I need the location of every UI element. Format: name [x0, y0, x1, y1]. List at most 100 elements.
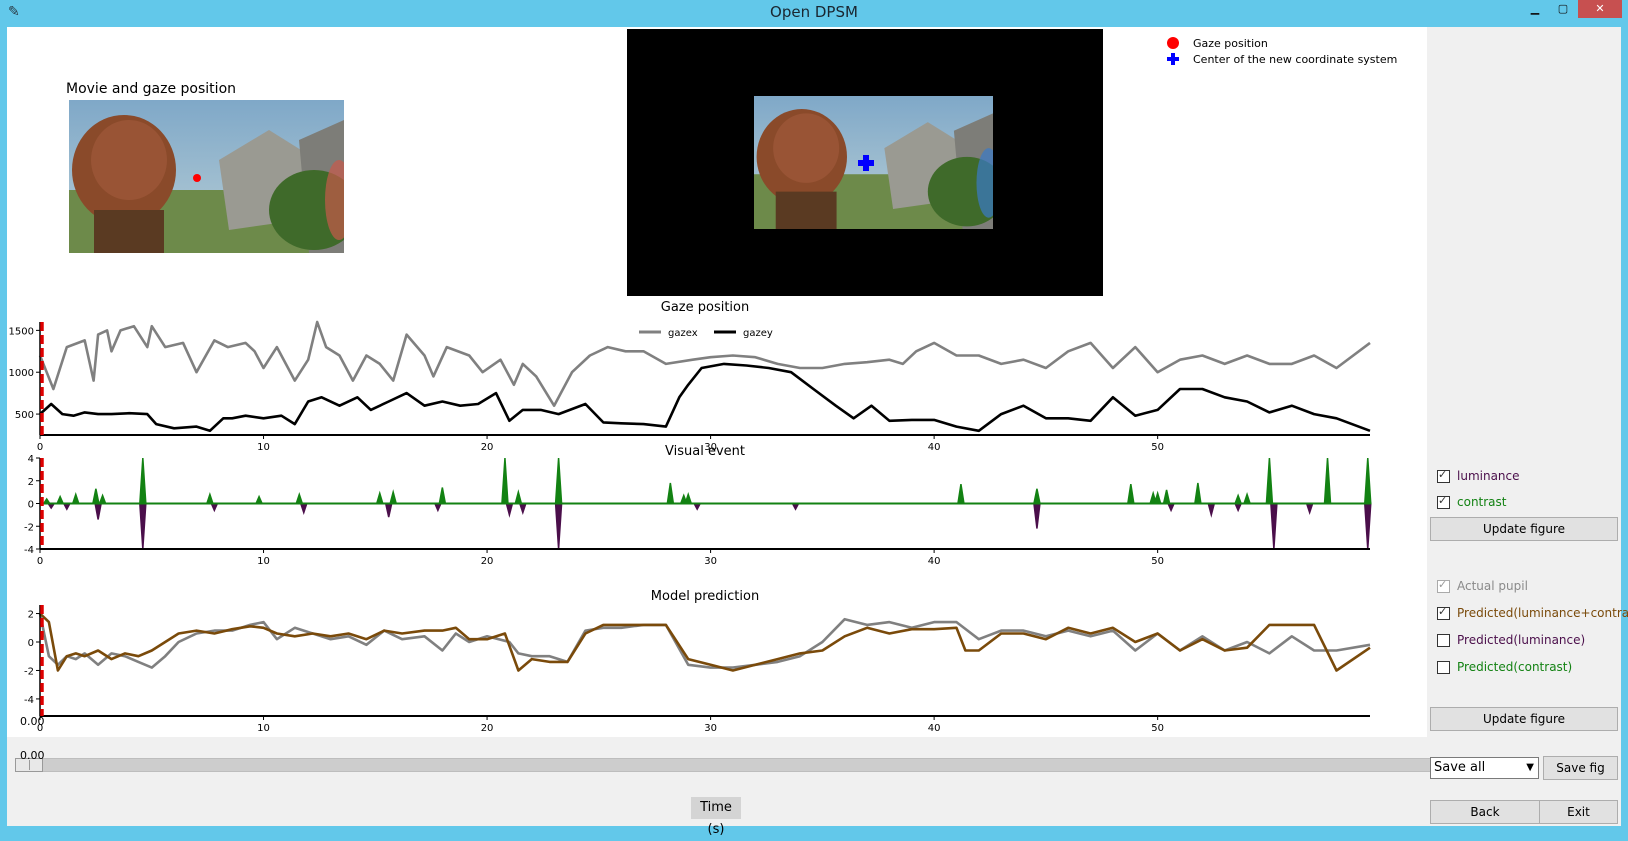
- luminance-spike: [518, 502, 527, 515]
- contrast-spike: [42, 497, 52, 505]
- movie-frame-shifted: [754, 96, 993, 229]
- x-tick-label: 20: [481, 556, 494, 567]
- movie-legend: Gaze position Center of the new coordina…: [1167, 35, 1397, 67]
- slider-value-bottom: 0.00: [20, 749, 45, 762]
- contrast-spike: [91, 488, 100, 505]
- gazex-line: [38, 320, 1371, 407]
- chart-title: Model prediction: [651, 590, 759, 604]
- red-dot-icon: [1167, 37, 1179, 49]
- model-checkbox-0[interactable]: Actual pupil: [1437, 576, 1528, 596]
- luminance-spike: [139, 502, 147, 550]
- event-checkbox-1[interactable]: contrast: [1437, 492, 1507, 512]
- maximize-button[interactable]: ▢: [1550, 0, 1576, 18]
- y-tick-label: 2: [28, 477, 34, 488]
- close-button[interactable]: ✕: [1578, 0, 1622, 18]
- contrast-spike: [55, 494, 65, 505]
- chart-visual-event: Visual event 0 10 20 30 40 50 4 2 0 -2 -4: [7, 445, 1427, 595]
- y-tick-label: -4: [24, 695, 34, 706]
- Actual pupil-line: [38, 613, 1371, 669]
- checkbox-label: Predicted(luminance): [1457, 633, 1586, 647]
- contrast-spike: [957, 484, 965, 505]
- luminance-spike: [1305, 502, 1314, 515]
- luminance-spike: [1363, 502, 1372, 550]
- checkbox-label: Actual pupil: [1457, 579, 1528, 593]
- legend-center: Center of the new coordinate system: [1193, 52, 1398, 66]
- chart-model-prediction: Model prediction 0 10 20 30 40 50 2 0 -2 -4: [7, 590, 1427, 737]
- luminance-spike: [554, 502, 563, 550]
- x-tick-label: 40: [928, 556, 941, 567]
- contrast-spike: [254, 494, 264, 505]
- contrast-spike: [666, 482, 675, 505]
- update-figure-events-button[interactable]: Update figure: [1430, 517, 1618, 541]
- save-fig-button[interactable]: Save fig: [1543, 756, 1618, 780]
- contrast-spike: [554, 457, 563, 505]
- save-select-value: Save all: [1434, 760, 1486, 775]
- chart-title: Gaze position: [661, 301, 750, 315]
- movie-frame-centered: [627, 29, 1103, 296]
- model-checkbox-1[interactable]: Predicted(luminance+contrast): [1437, 603, 1628, 623]
- client-area: Movie and gaze position Gaze position Ce…: [7, 27, 1628, 837]
- time-slider-track[interactable]: [15, 758, 1431, 772]
- model-checkbox-2[interactable]: Predicted(luminance): [1437, 630, 1585, 650]
- y-tick-label: 1500: [9, 326, 34, 337]
- contrast-spike: [205, 492, 214, 505]
- legend-gaze: Gaze position: [1193, 36, 1268, 50]
- minimize-button[interactable]: ▁: [1522, 0, 1548, 18]
- center-cross-icon: [858, 155, 874, 171]
- checkbox-box[interactable]: [1437, 578, 1450, 593]
- exit-button[interactable]: Exit: [1539, 800, 1618, 824]
- y-tick-label: 0: [28, 500, 34, 511]
- luminance-spike: [1033, 502, 1041, 529]
- luminance-spike: [1270, 502, 1278, 550]
- checkbox-box[interactable]: [1437, 660, 1450, 674]
- x-tick-label: 30: [704, 723, 717, 734]
- contrast-spike: [684, 492, 693, 505]
- blue-cross-icon: [1167, 53, 1179, 65]
- gazex-legend-label: gazex: [668, 328, 698, 339]
- time-axis-label: Time (s): [691, 797, 741, 837]
- y-tick-label: 4: [28, 454, 34, 465]
- x-tick-label: 20: [481, 723, 494, 734]
- y-tick-label: -4: [24, 545, 34, 556]
- checkbox-box[interactable]: [1437, 494, 1450, 509]
- contrast-spike: [295, 492, 304, 505]
- figure-canvas: Movie and gaze position Gaze position Ce…: [7, 27, 1427, 737]
- contrast-spike: [438, 487, 447, 505]
- x-tick-label: 40: [928, 723, 941, 734]
- save-select[interactable]: Save all ▼: [1430, 757, 1539, 779]
- checkbox-label: Predicted(luminance+contrast): [1457, 606, 1628, 620]
- chart-title: Visual event: [665, 445, 745, 459]
- luminance-spike: [505, 502, 514, 518]
- checkbox-box[interactable]: [1437, 468, 1450, 483]
- contrast-spike: [139, 457, 147, 505]
- x-tick-label: 30: [704, 556, 717, 567]
- luminance-spike: [299, 502, 308, 515]
- back-button[interactable]: Back: [1430, 800, 1540, 824]
- event-checkbox-0[interactable]: luminance: [1437, 466, 1520, 486]
- checkbox-box[interactable]: [1437, 605, 1450, 620]
- y-tick-label: 2: [28, 610, 34, 621]
- contrast-spike: [98, 493, 107, 505]
- x-tick-label: 50: [1151, 556, 1164, 567]
- update-figure-model-button[interactable]: Update figure: [1430, 707, 1618, 731]
- movie-frame-small: [69, 100, 344, 253]
- checkbox-box[interactable]: [1437, 633, 1450, 647]
- title-bar: ✎ Open DPSM ▁ ▢ ✕: [0, 0, 1628, 26]
- luminance-spike: [1166, 502, 1176, 513]
- contrast-spike: [1243, 492, 1252, 505]
- model-checkbox-3[interactable]: Predicted(contrast): [1437, 657, 1572, 677]
- contrast-spike: [1033, 488, 1041, 505]
- chart-gaze: Gaze position 0 10 20 30 40 50 500 1000 1500 gazex…: [7, 301, 1427, 451]
- luminance-spike: [1233, 502, 1243, 513]
- contrast-spike: [1363, 457, 1372, 505]
- x-tick-label: 10: [257, 556, 270, 567]
- chevron-down-icon: ▼: [1526, 762, 1534, 773]
- contrast-spike: [1126, 484, 1135, 505]
- contrast-spike: [1194, 482, 1202, 505]
- contrast-spike: [375, 490, 384, 505]
- window-title: Open DPSM: [770, 3, 858, 21]
- contrast-spike: [1265, 457, 1274, 505]
- checkbox-label: contrast: [1457, 495, 1507, 509]
- Predicted(luminance+contrast)-line: [39, 612, 1371, 672]
- y-tick-label: 500: [15, 410, 34, 421]
